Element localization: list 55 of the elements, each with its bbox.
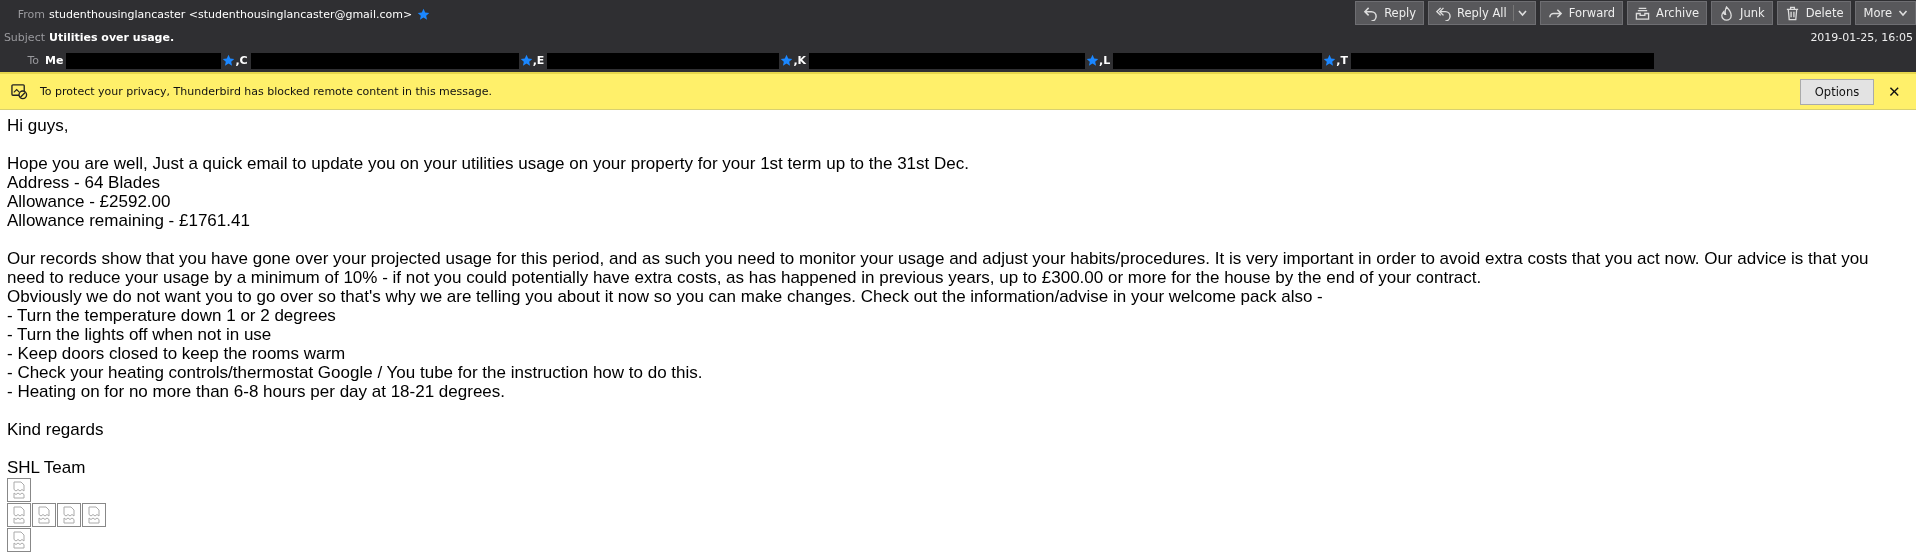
message-text: - Turn the temperature down 1 or 2 degrees <box>7 306 337 325</box>
caret-icon[interactable] <box>1512 5 1528 21</box>
message-text: Our records show that you have gone over your projected usage for this period, and as such you need to monitor your usage and adjust your habits/procedures. It is very important in order to avoid extra costs that you act now. Our advice is that you need to reduce your usage by a minimum of 10% - if not you could potentially have extra costs, as has happened in previous years, up to £300.00 or more for the house by the end of your contract. <box>7 249 1870 287</box>
message-text: Kind regards <box>7 420 105 439</box>
broken-image-icon <box>7 528 31 552</box>
recipient-name[interactable]: ,E <box>532 54 545 67</box>
star-icon[interactable] <box>780 54 794 67</box>
toolbar-button[interactable]: Archive <box>1627 1 1708 25</box>
recipient-name[interactable]: ,K <box>793 54 807 67</box>
archive-icon <box>1635 5 1650 21</box>
more-button[interactable]: More <box>1855 1 1916 25</box>
subject-label: Subject <box>2 31 45 44</box>
recipient-name[interactable]: Me <box>45 54 64 67</box>
notification-text: To protect your privacy, Thunderbird has blocked remote content in this message. <box>40 85 494 98</box>
broken-image-icon <box>32 503 56 527</box>
reply-all-icon <box>1436 5 1451 21</box>
message-text: - Heating on for no more than 6-8 hours per day at 18-21 degrees. <box>7 382 507 401</box>
flame-icon <box>1719 5 1735 21</box>
to-label: To <box>26 54 39 67</box>
star-icon[interactable] <box>519 54 533 67</box>
message-text: Allowance remaining - £1761.41 <box>7 211 251 230</box>
toolbar-button[interactable]: Delete <box>1776 1 1852 25</box>
message-text: Allowance - £2592.00 <box>7 192 172 211</box>
broken-image-icon <box>7 478 31 502</box>
blocked-image-icon <box>11 83 28 100</box>
toolbar-button[interactable]: Forward <box>1539 1 1623 25</box>
message-text: SHL Team <box>7 458 87 477</box>
from-label: From <box>16 8 45 21</box>
email-date: 2019-01-25, 16:05 <box>1810 31 1913 44</box>
recipient-name[interactable]: ,T <box>1336 54 1348 67</box>
broken-image-icon <box>57 503 81 527</box>
message-text: Hope you are well, Just a quick email to update you on your utilities usage on your property for your 1st term up to the 31st Dec. <box>7 154 970 173</box>
star-icon[interactable] <box>1086 54 1100 67</box>
broken-image-icon <box>7 503 31 527</box>
recipient-name[interactable]: ,C <box>235 54 248 67</box>
message-text: - Turn the lights off when not in use <box>7 325 273 344</box>
message-text: Hi guys, <box>7 116 70 135</box>
message-text: Address - 64 Blades <box>7 173 162 192</box>
star-icon[interactable] <box>222 54 236 67</box>
message-text: - Check your heating controls/thermostat Google / You tube for the instruction how to do this. <box>7 363 704 382</box>
message-text: Obviously we do not want you to go over so that's why we are telling you about it now so you can make changes. Check out the information/advise in your welcome pack also - <box>7 287 1324 306</box>
star-icon[interactable] <box>417 8 431 21</box>
email-subject: Utilities over usage. <box>49 31 175 44</box>
options-button[interactable]: Options <box>1800 78 1874 105</box>
star-icon[interactable] <box>1323 54 1337 67</box>
toolbar-button[interactable]: Reply All <box>1428 1 1536 25</box>
toolbar-button[interactable]: Junk <box>1711 1 1773 25</box>
sender-address[interactable]: studenthousinglancaster <studenthousinglancaster@gmail.com> <box>49 8 413 21</box>
reply-icon <box>1363 5 1379 21</box>
toolbar-button[interactable]: Reply <box>1355 1 1424 25</box>
trash-icon <box>1784 5 1800 21</box>
broken-image-icon <box>82 503 106 527</box>
recipient-name[interactable]: ,L <box>1099 54 1111 67</box>
close-button[interactable]: ✕ <box>1882 81 1907 102</box>
message-text: - Keep doors closed to keep the rooms warm <box>7 344 347 363</box>
